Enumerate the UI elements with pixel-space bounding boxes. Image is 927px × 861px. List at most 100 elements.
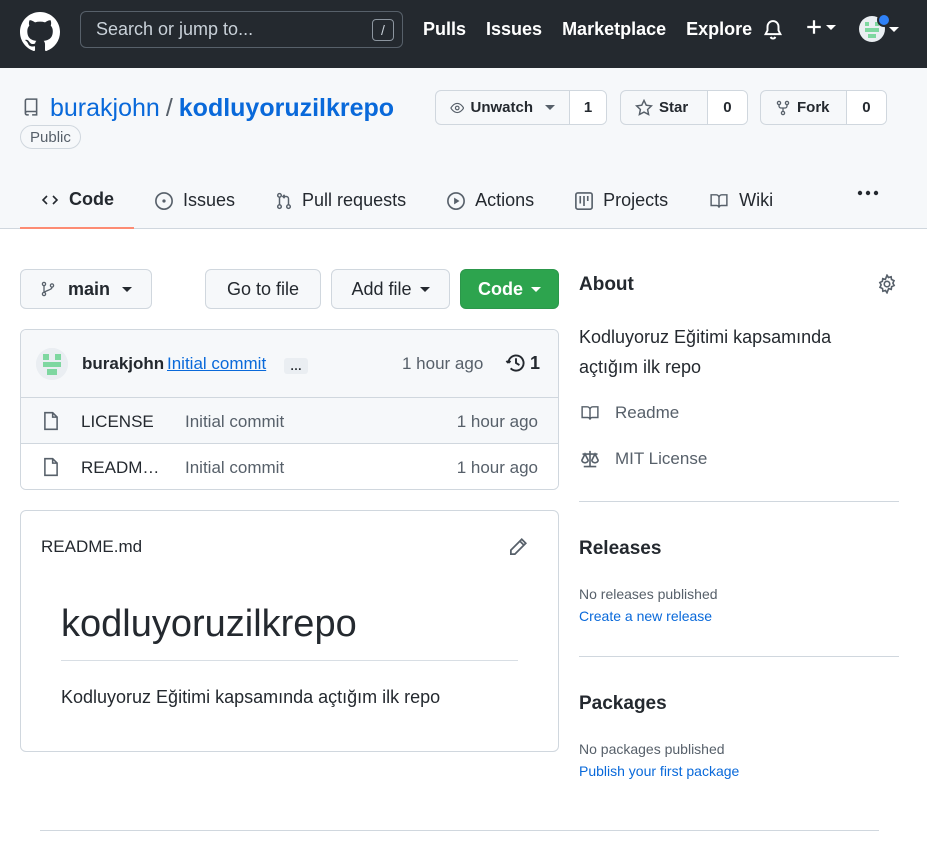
file-row[interactable]: LICENSE Initial commit 1 hour ago [21, 398, 558, 444]
tab-wiki-label: Wiki [739, 190, 774, 210]
notification-dot [877, 13, 891, 27]
more-tabs-icon[interactable] [856, 189, 880, 197]
readme-filename: README.md [41, 537, 143, 556]
tab-actions[interactable]: Actions [426, 172, 554, 229]
add-file-label: Add file [351, 278, 412, 299]
eye-icon [450, 102, 465, 113]
nav-explore[interactable]: Explore [686, 19, 752, 40]
nav-marketplace[interactable]: Marketplace [562, 19, 666, 40]
tab-projects-label: Projects [603, 190, 669, 210]
create-new-menu[interactable] [805, 18, 836, 36]
branch-icon [41, 281, 55, 297]
watch-count[interactable]: 1 [570, 91, 606, 124]
avatar[interactable] [36, 348, 68, 380]
global-header: Search or jump to... / Pulls Issues Mark… [0, 0, 927, 68]
publish-package-link[interactable]: Publish your first package [579, 763, 739, 779]
tab-issues-label: Issues [183, 190, 236, 210]
watch-button-group: Unwatch 1 [435, 90, 607, 125]
fork-count[interactable]: 0 [846, 91, 886, 124]
tab-issues[interactable]: Issues [134, 172, 255, 229]
readme-link-label: Readme [615, 403, 680, 422]
plus-icon [807, 20, 821, 34]
chevron-down-icon [889, 26, 899, 32]
star-icon [635, 98, 653, 116]
readme-body: Kodluyoruz Eğitimi kapsamında açtığım il… [61, 687, 441, 707]
releases-heading[interactable]: Releases [579, 538, 661, 560]
star-label: Star [659, 99, 689, 116]
create-release-link[interactable]: Create a new release [579, 608, 712, 624]
star-count[interactable]: 0 [707, 91, 747, 124]
history-icon [505, 354, 525, 372]
tab-projects[interactable]: Projects [554, 172, 688, 229]
file-row[interactable]: README.md Initial commit 1 hour ago [21, 444, 558, 489]
readme-link[interactable]: Readme [579, 403, 679, 423]
releases-empty-text: No releases published [579, 586, 718, 602]
global-nav: Pulls Issues Marketplace Explore [423, 19, 752, 40]
repo-name-link[interactable]: kodluyoruzilkrepo [179, 94, 394, 123]
file-name-link[interactable]: README.md [81, 458, 165, 478]
file-icon [44, 457, 58, 477]
github-logo-icon[interactable] [20, 12, 60, 52]
play-icon [447, 191, 466, 210]
pencil-icon[interactable] [508, 537, 528, 557]
book-icon [581, 406, 599, 420]
chevron-down-icon [419, 286, 430, 292]
file-icon [44, 411, 58, 431]
file-commit-time: 1 hour ago [456, 412, 538, 431]
search-input[interactable]: Search or jump to... / [80, 11, 403, 48]
repo-header: burakjohn / kodluyoruzilkrepo Public Unw… [0, 68, 927, 229]
bell-icon[interactable] [762, 18, 784, 42]
fork-icon [776, 100, 790, 115]
nav-pulls[interactable]: Pulls [423, 19, 466, 40]
commit-history-link[interactable]: 1 [505, 352, 540, 374]
about-heading: About [579, 274, 634, 295]
sidebar-divider [579, 501, 899, 502]
packages-heading[interactable]: Packages [579, 693, 667, 715]
commit-author-link[interactable]: burakjohn [82, 354, 164, 374]
go-to-file-button[interactable]: Go to file [205, 269, 321, 309]
readme-heading: kodluyoruzilkrepo [61, 603, 357, 645]
slash-shortcut-key: / [372, 19, 394, 41]
latest-commit-row: burakjohn Initial commit … 1 hour ago 1 [21, 330, 558, 398]
license-link[interactable]: MIT License [579, 449, 707, 469]
project-icon [575, 191, 594, 210]
repo-title: burakjohn / kodluyoruzilkrepo [50, 94, 394, 123]
tab-pull-requests[interactable]: Pull requests [255, 172, 426, 229]
repo-tabs: Code Issues Pull requests Actions Projec… [20, 172, 793, 229]
add-file-button[interactable]: Add file [331, 269, 450, 309]
readme-divider [61, 660, 518, 661]
commit-count: 1 [530, 352, 541, 373]
sidebar-divider [579, 656, 899, 657]
commit-message-link[interactable]: Initial commit [167, 354, 266, 374]
tab-code[interactable]: Code [20, 172, 134, 229]
gear-icon[interactable] [877, 274, 897, 294]
file-name-link[interactable]: LICENSE [81, 412, 165, 432]
nav-issues[interactable]: Issues [486, 19, 542, 40]
book-icon [710, 193, 728, 208]
chevron-down-icon [826, 24, 836, 30]
packages-empty-text: No packages published [579, 741, 725, 757]
issue-icon [155, 191, 173, 210]
file-commit-time: 1 hour ago [456, 458, 538, 477]
watch-button[interactable]: Unwatch [436, 91, 570, 124]
fork-button-group: Fork 0 [760, 90, 887, 125]
star-button-group: Star 0 [620, 90, 748, 125]
law-icon [581, 450, 599, 468]
user-menu[interactable] [859, 13, 899, 42]
repo-owner-link[interactable]: burakjohn [50, 94, 160, 123]
about-description: Kodluyoruz Eğitimi kapsamında açtığım il… [579, 327, 832, 377]
tab-actions-label: Actions [475, 190, 535, 210]
file-commit-message[interactable]: Initial commit [185, 412, 284, 432]
fork-button[interactable]: Fork [761, 91, 847, 124]
tab-wiki[interactable]: Wiki [688, 172, 793, 229]
file-commit-message[interactable]: Initial commit [185, 458, 284, 478]
repo-separator: / [165, 94, 173, 122]
star-button[interactable]: Star [621, 91, 708, 124]
code-dropdown-button[interactable]: Code [460, 269, 559, 309]
branch-select-button[interactable]: main [20, 269, 152, 309]
code-icon [41, 194, 59, 205]
commit-time: 1 hour ago [402, 354, 484, 373]
commit-expand-button[interactable]: … [284, 358, 308, 374]
code-button-label: Code [478, 278, 523, 299]
chevron-down-icon [531, 286, 541, 292]
